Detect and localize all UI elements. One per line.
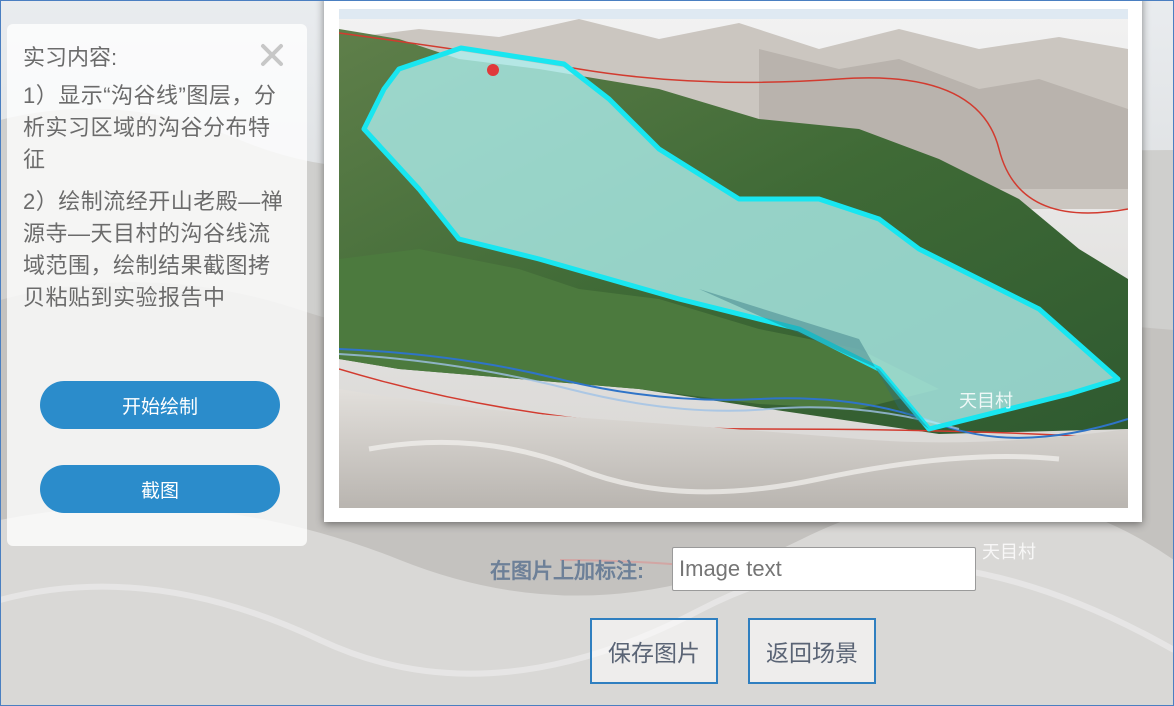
annotation-label: 在图片上加标注: (490, 560, 644, 583)
close-icon[interactable] (259, 42, 285, 68)
screenshot-button[interactable]: 截图 (40, 465, 280, 513)
back-to-scene-button[interactable]: 返回场景 (748, 618, 876, 684)
annotation-text-input[interactable] (672, 547, 976, 591)
panel-title: 实习内容: (23, 45, 118, 70)
location-marker-icon (487, 64, 499, 76)
preview-village-label: 天目村 (959, 391, 1013, 411)
background-village-label: 天目村 (982, 542, 1036, 562)
save-image-button[interactable]: 保存图片 (590, 618, 718, 684)
screenshot-preview-image[interactable]: 天目村 (339, 9, 1128, 508)
side-panel: 实习内容: 1）显示“沟谷线”图层，分析实习区域的沟谷分布特征 2）绘制流经开山… (7, 24, 307, 546)
start-draw-button[interactable]: 开始绘制 (40, 381, 280, 429)
task-item-2: 2）绘制流经开山老殿—禅源寺—天目村的沟谷线流域范围，绘制结果截图拷贝粘贴到实验… (23, 189, 284, 310)
task-item-1: 1）显示“沟谷线”图层，分析实习区域的沟谷分布特征 (23, 83, 277, 172)
screenshot-preview-card: 天目村 (324, 0, 1142, 522)
